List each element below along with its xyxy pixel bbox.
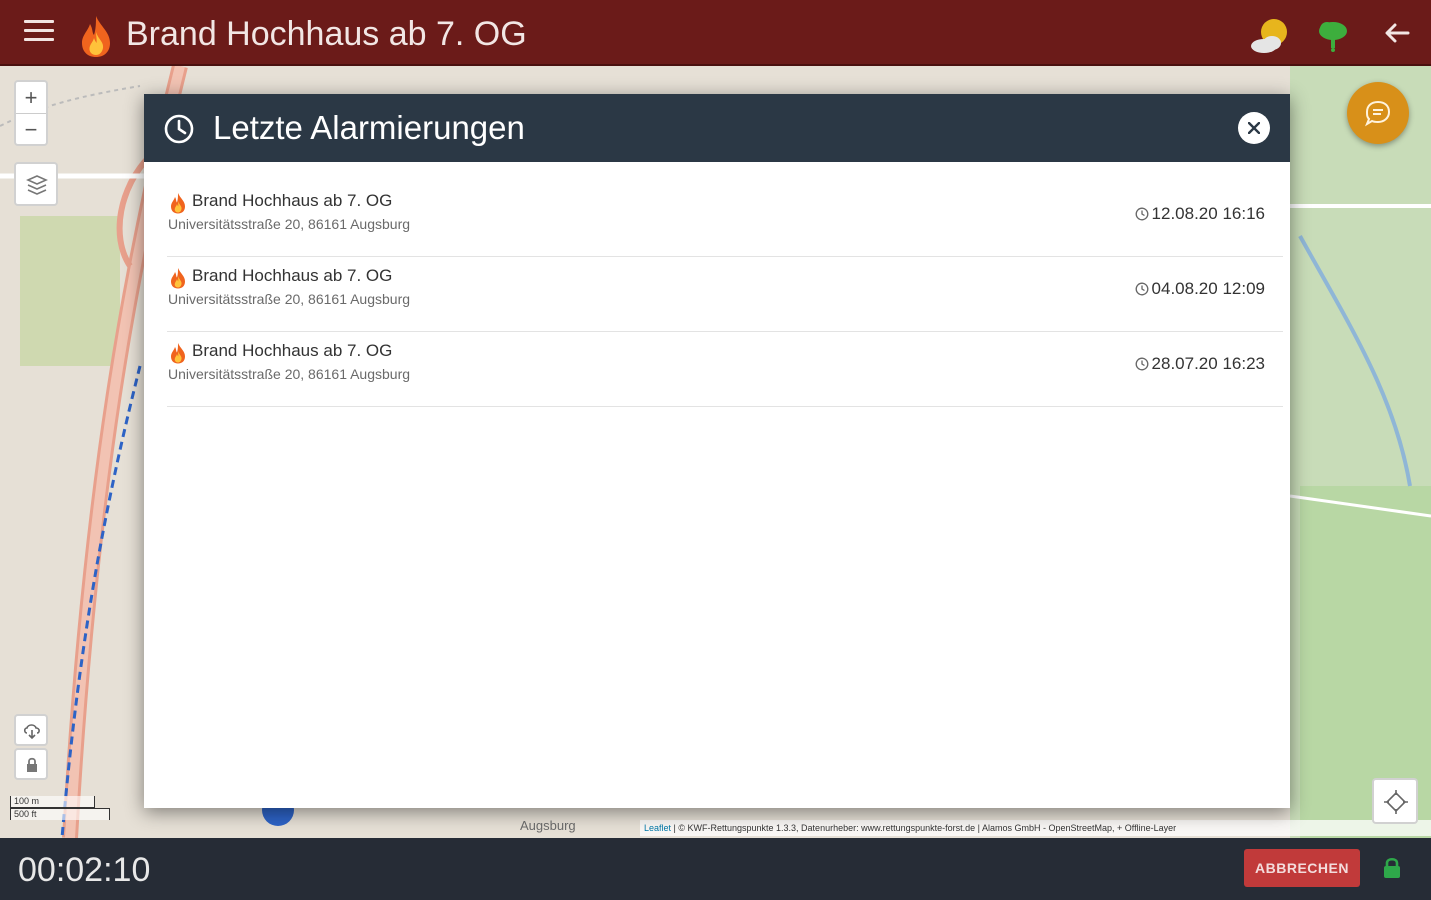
lock-icon[interactable]: [1382, 856, 1402, 885]
zoom-in-button[interactable]: +: [16, 82, 46, 114]
map-attribution: Leaflet | © KWF-Rettungspunkte 1.3.3, Da…: [640, 820, 1431, 836]
clock-icon: [1135, 357, 1148, 371]
scale-imperial: 500 ft: [10, 808, 110, 820]
alarm-time-text: 12.08.20 16:16: [1151, 204, 1265, 223]
dialog-title: Letzte Alarmierungen: [213, 109, 525, 146]
alarm-time: 12.08.20 16:16: [1135, 204, 1265, 224]
leaflet-link[interactable]: Leaflet: [644, 823, 671, 833]
app-bar: Brand Hochhaus ab 7. OG: [0, 0, 1431, 66]
alarm-title: Brand Hochhaus ab 7. OG: [192, 191, 393, 210]
cloud-tree-icon[interactable]: [1316, 18, 1350, 57]
flame-icon: [80, 14, 112, 63]
cloud-download-icon: [23, 724, 40, 740]
flame-icon: [169, 267, 187, 294]
clock-icon: [1135, 282, 1148, 296]
layers-icon: [26, 175, 48, 195]
hamburger-menu-icon[interactable]: [24, 20, 54, 44]
alarm-address: Universitätsstraße 20, 86161 Augsburg: [168, 291, 411, 307]
layers-button[interactable]: [14, 162, 58, 206]
clock-icon: [1135, 207, 1148, 221]
alarm-address: Universitätsstraße 20, 86161 Augsburg: [168, 216, 411, 232]
scale-metric: 100 m: [10, 796, 95, 808]
flame-icon: [169, 342, 187, 369]
map-place-label: Augsburg: [520, 818, 576, 833]
close-icon: [1248, 122, 1260, 134]
sun-cloud-icon[interactable]: [1250, 16, 1290, 59]
crosshair-icon: [1384, 790, 1408, 814]
elapsed-timer: 00:02:10: [18, 851, 151, 889]
page-title: Brand Hochhaus ab 7. OG: [126, 15, 527, 53]
zoom-out-button[interactable]: −: [16, 114, 46, 145]
alarm-address: Universitätsstraße 20, 86161 Augsburg: [168, 366, 411, 382]
attribution-text: | © KWF-Rettungspunkte 1.3.3, Datenurheb…: [671, 823, 1177, 833]
abort-button[interactable]: ABBRECHEN: [1244, 849, 1360, 887]
flame-icon: [169, 192, 187, 219]
offline-cloud-button[interactable]: [14, 714, 48, 746]
recent-alarms-dialog: Letzte Alarmierungen Brand Hochhaus ab 7…: [144, 94, 1290, 808]
alarm-list-item[interactable]: Brand Hochhaus ab 7. OG Universitätsstra…: [167, 182, 1283, 257]
locate-button[interactable]: [1372, 778, 1418, 824]
history-clock-icon: [163, 113, 195, 150]
alarm-title: Brand Hochhaus ab 7. OG: [192, 341, 393, 360]
zoom-control: + −: [14, 80, 48, 146]
alarm-time-text: 04.08.20 12:09: [1151, 279, 1265, 298]
chat-button[interactable]: [1347, 82, 1409, 144]
lock-icon: [27, 757, 37, 772]
alarm-title: Brand Hochhaus ab 7. OG: [192, 266, 393, 285]
alarm-time: 28.07.20 16:23: [1135, 354, 1265, 374]
alarm-list-item[interactable]: Brand Hochhaus ab 7. OG Universitätsstra…: [167, 332, 1283, 407]
alarm-list-item[interactable]: Brand Hochhaus ab 7. OG Universitätsstra…: [167, 257, 1283, 332]
chat-bubble-icon: [1364, 100, 1391, 127]
alarm-list: Brand Hochhaus ab 7. OG Universitätsstra…: [167, 182, 1283, 407]
dialog-header: Letzte Alarmierungen: [144, 94, 1290, 162]
close-button[interactable]: [1238, 112, 1270, 144]
alarm-time-text: 28.07.20 16:23: [1151, 354, 1265, 373]
map-lock-button[interactable]: [14, 748, 48, 780]
bottom-bar: 00:02:10 ABBRECHEN: [0, 838, 1431, 900]
alarm-time: 04.08.20 12:09: [1135, 279, 1265, 299]
arrow-left-icon[interactable]: [1384, 22, 1410, 49]
map-scale: 100 m 500 ft: [10, 796, 110, 820]
